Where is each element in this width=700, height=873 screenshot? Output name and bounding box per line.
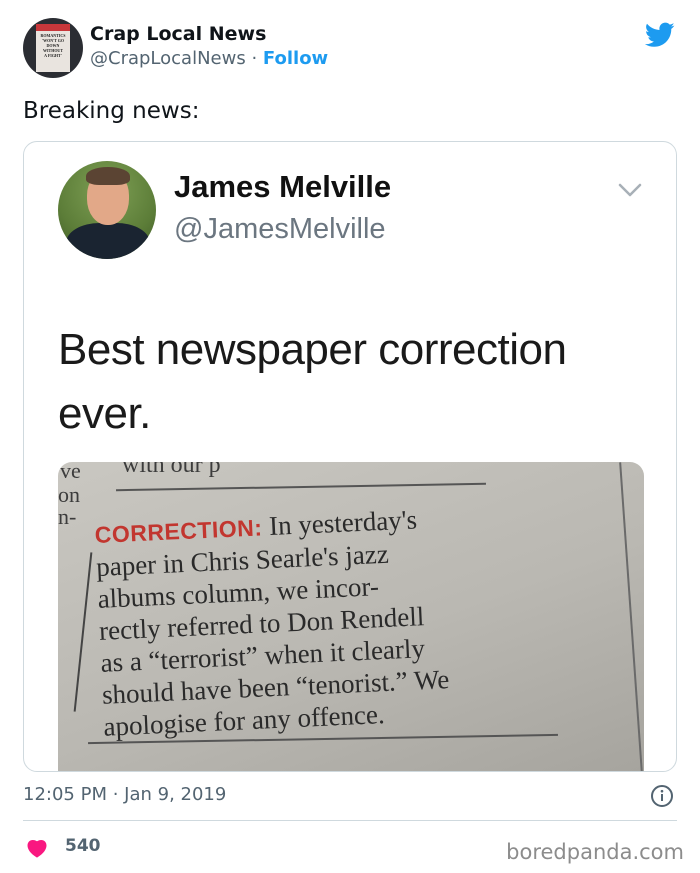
author-avatar[interactable]: ROMANTICS 'WON'T GO DOWN WITHOUT A FIGHT…	[23, 18, 83, 78]
tweet-media-screenshot[interactable]: James Melville @JamesMelville Best newsp…	[23, 141, 677, 772]
tweet-text: Breaking news:	[23, 98, 200, 124]
heart-icon[interactable]	[25, 836, 49, 858]
author-handle[interactable]: @CrapLocalNews	[90, 48, 246, 69]
correction-label: CORRECTION:	[94, 514, 263, 548]
tweet-card: ROMANTICS 'WON'T GO DOWN WITHOUT A FIGHT…	[0, 0, 700, 873]
divider	[23, 820, 677, 821]
author-info: Crap Local News @CrapLocalNews · Follow	[90, 22, 328, 72]
like-count: 540	[65, 836, 101, 856]
quoted-display-name: James Melville	[174, 169, 392, 204]
newspaper-clipping-image: ve on n- with our p CORRECTION: In yeste…	[58, 462, 644, 771]
info-icon[interactable]	[650, 784, 674, 808]
author-display-name[interactable]: Crap Local News	[90, 22, 328, 46]
follow-link[interactable]: Follow	[263, 48, 328, 69]
quoted-tweet-text: Best newspaper correction ever.	[58, 325, 567, 438]
avatar-newspaper-image: ROMANTICS 'WON'T GO DOWN WITHOUT A FIGHT…	[36, 24, 70, 72]
tweet-timestamp[interactable]: 12:05 PM · Jan 9, 2019	[23, 782, 226, 808]
chevron-down-icon	[618, 183, 642, 197]
author-handle-row: @CrapLocalNews · Follow	[90, 46, 328, 72]
quoted-handle: @JamesMelville	[174, 213, 386, 245]
correction-text: CORRECTION: In yesterday's paper in Chri…	[94, 504, 450, 742]
tweet-header: ROMANTICS 'WON'T GO DOWN WITHOUT A FIGHT…	[23, 18, 683, 80]
separator: ·	[251, 48, 258, 69]
quoted-author-avatar	[58, 161, 156, 259]
twitter-bird-icon[interactable]	[645, 22, 675, 48]
watermark: boredpanda.com	[506, 840, 684, 864]
